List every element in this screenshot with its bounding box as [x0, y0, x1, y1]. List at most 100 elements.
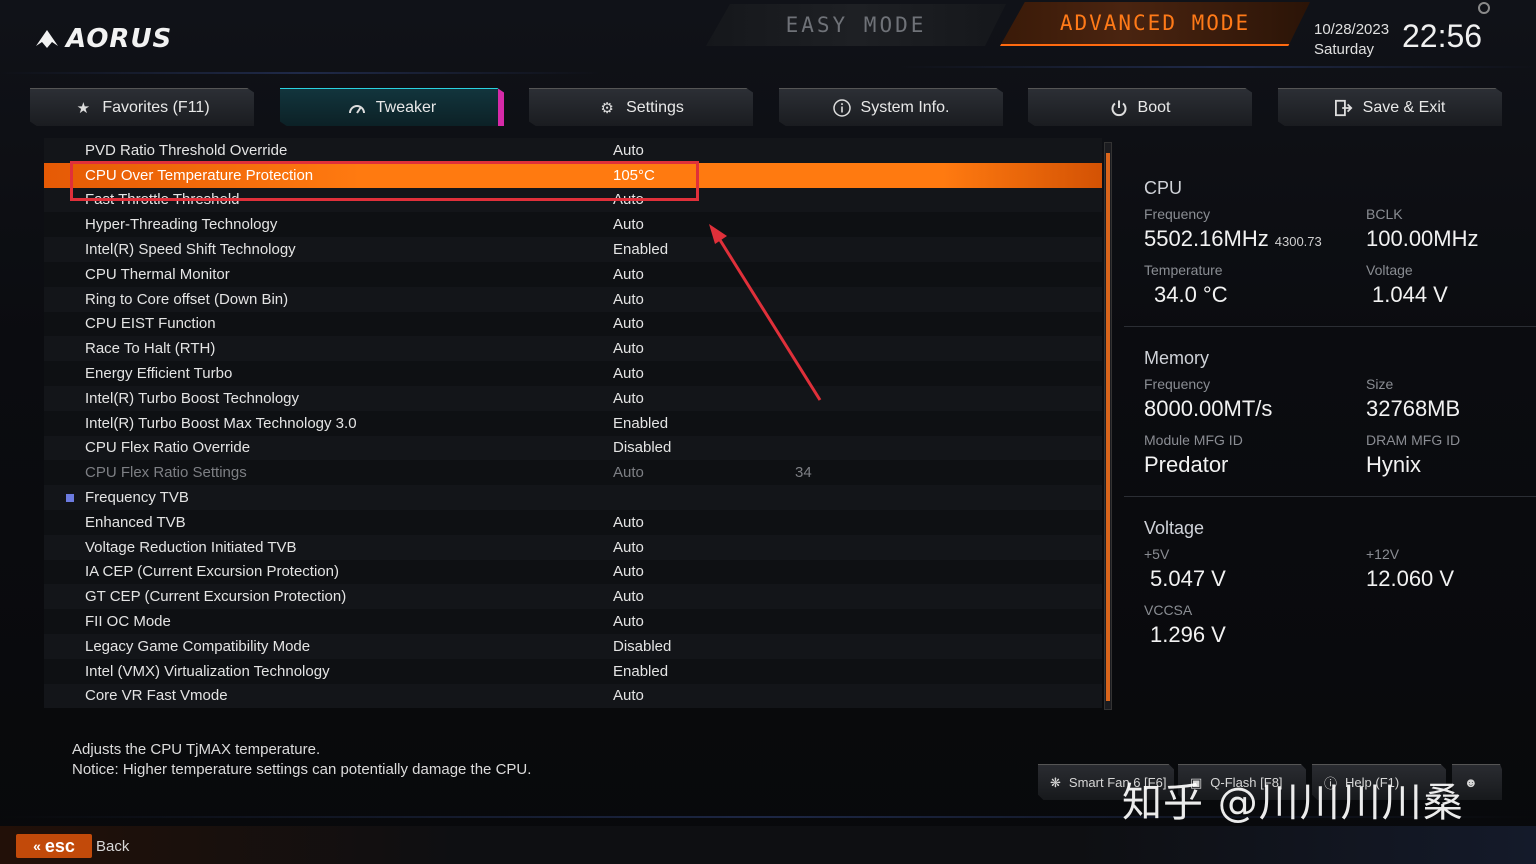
easy-mode-button[interactable]: EASY MODE — [706, 4, 1006, 46]
setting-row[interactable]: PVD Ratio Threshold Override Auto — [44, 138, 1102, 163]
memory-frequency-value: 8000.00MT/s — [1144, 396, 1273, 421]
tab-boot[interactable]: Boot — [1028, 88, 1252, 126]
setting-name: Intel(R) Speed Shift Technology — [85, 241, 296, 259]
memory-section-title: Memory — [1144, 348, 1210, 368]
setting-row[interactable]: Intel (VMX) Virtualization Technology Ena… — [44, 658, 1102, 684]
setting-value[interactable]: Auto — [613, 216, 644, 233]
setting-value[interactable]: Auto — [613, 365, 644, 382]
flash-chip-icon: ▣ — [1190, 774, 1203, 790]
date-text: 10/28/2023 — [1314, 21, 1390, 38]
setting-value[interactable]: Auto — [613, 588, 644, 605]
setting-row[interactable]: Race To Halt (RTH) Auto — [44, 336, 1102, 362]
tab-label: Save & Exit — [1362, 98, 1446, 116]
v12-label: +12V — [1366, 546, 1400, 562]
help-line: Adjusts the CPU TjMAX temperature. — [72, 741, 321, 758]
vccsa-value: 1.296 V — [1150, 622, 1226, 647]
setting-value[interactable]: Auto — [613, 315, 644, 332]
setting-row[interactable]: Voltage Reduction Initiated TVB Auto — [44, 534, 1102, 560]
help-button[interactable]: ⓘ Help (F1) — [1312, 764, 1446, 800]
smart-fan-button[interactable]: ❋ Smart Fan 6 [F6] — [1038, 764, 1174, 800]
help-description: Adjusts the CPU TjMAX temperature. Notic… — [72, 740, 531, 780]
vccsa-label: VCCSA — [1144, 602, 1193, 618]
easy-mode-label: EASY MODE — [785, 13, 927, 37]
tab-save-exit[interactable]: Save & Exit — [1278, 88, 1502, 126]
setting-row[interactable]: Legacy Game Compatibility Mode Disabled — [44, 633, 1102, 659]
setting-row[interactable]: Energy Efficient Turbo Auto — [44, 361, 1102, 386]
main-tabs: ★ Favorites (F11) Tweaker ⚙ Settings Sys… — [30, 88, 1506, 126]
double-chevron-left-icon: « — [33, 838, 41, 854]
setting-value[interactable]: Auto — [613, 514, 644, 531]
tab-label: Tweaker — [375, 98, 437, 116]
setting-value[interactable]: Enabled — [613, 663, 668, 680]
setting-row[interactable]: CPU Flex Ratio Override Disabled — [44, 435, 1102, 461]
setting-row[interactable]: Frequency TVB — [44, 485, 1102, 510]
memory-frequency-label: Frequency — [1144, 376, 1211, 392]
gauge-icon — [348, 99, 366, 117]
advanced-mode-label: ADVANCED MODE — [1059, 11, 1251, 35]
setting-name: GT CEP (Current Excursion Protection) — [85, 588, 347, 606]
setting-extra-value: 34 — [795, 464, 812, 482]
setting-row[interactable]: Fast Throttle Threshold Auto — [44, 187, 1102, 213]
tab-favorites[interactable]: ★ Favorites (F11) — [30, 88, 254, 126]
setting-row[interactable]: Ring to Core offset (Down Bin) Auto — [44, 286, 1102, 312]
hardware-monitor-panel: CPU Frequency 5502.16MHz 4300.73 BCLK 100… — [1124, 150, 1536, 670]
user-button[interactable]: ☻ — [1452, 764, 1502, 800]
setting-value[interactable]: Disabled — [613, 638, 671, 655]
setting-value[interactable]: Disabled — [613, 439, 671, 456]
v5-label: +5V — [1144, 546, 1170, 562]
v5-value: 5.047 V — [1150, 566, 1226, 591]
bottom-bar — [0, 826, 1536, 864]
background-streak — [0, 816, 1536, 818]
setting-row[interactable]: GT CEP (Current Excursion Protection) Aut… — [44, 584, 1102, 610]
setting-value[interactable]: 105°C — [613, 167, 655, 184]
background-streak — [900, 66, 1536, 68]
scrollbar[interactable] — [1104, 142, 1112, 710]
setting-row[interactable]: CPU Over Temperature Protection 105°C — [44, 162, 1102, 188]
setting-row[interactable]: Core VR Fast Vmode Auto — [44, 683, 1102, 709]
setting-row[interactable]: Intel(R) Turbo Boost Max Technology 3.0 E… — [44, 410, 1102, 436]
setting-row[interactable]: Hyper-Threading Technology Auto — [44, 212, 1102, 238]
tab-tweaker[interactable]: Tweaker — [280, 88, 504, 126]
cpu-voltage-value: 1.044 V — [1372, 282, 1448, 307]
tab-label: System Info. — [860, 98, 950, 116]
cpu-frequency-label: Frequency — [1144, 206, 1211, 222]
setting-value[interactable]: Auto — [613, 266, 644, 283]
memory-size-value: 32768MB — [1366, 396, 1461, 421]
setting-name: Voltage Reduction Initiated TVB — [85, 538, 297, 556]
setting-value[interactable]: Auto — [613, 142, 644, 159]
setting-value[interactable]: Enabled — [613, 241, 668, 258]
setting-value[interactable]: Auto — [613, 563, 644, 580]
scrollbar-thumb[interactable] — [1106, 153, 1110, 701]
tab-system-info[interactable]: System Info. — [779, 88, 1003, 126]
setting-row[interactable]: FII OC Mode Auto — [44, 609, 1102, 634]
setting-name: IA CEP (Current Excursion Protection) — [85, 563, 339, 581]
setting-row[interactable]: CPU Thermal Monitor Auto — [44, 261, 1102, 287]
setting-name: Hyper-Threading Technology — [85, 216, 278, 234]
advanced-mode-button[interactable]: ADVANCED MODE — [1000, 2, 1310, 46]
setting-value[interactable]: Auto — [613, 340, 644, 357]
eagle-icon — [36, 30, 58, 48]
setting-row[interactable]: CPU Flex Ratio Settings Auto 34 — [44, 460, 1102, 486]
setting-row[interactable]: IA CEP (Current Excursion Protection) Aut… — [44, 559, 1102, 585]
esc-button[interactable]: « esc — [16, 834, 92, 858]
settings-gear-icon[interactable] — [1478, 2, 1490, 14]
setting-value[interactable]: Auto — [613, 687, 644, 704]
setting-name: Intel(R) Turbo Boost Max Technology 3.0 — [85, 414, 357, 432]
setting-value[interactable]: Auto — [613, 291, 644, 308]
setting-value[interactable]: Auto — [613, 613, 644, 630]
cpu-section-title: CPU — [1144, 178, 1183, 198]
setting-row[interactable]: Intel(R) Turbo Boost Technology Auto — [44, 385, 1102, 411]
setting-row[interactable]: Enhanced TVB Auto — [44, 509, 1102, 535]
setting-row[interactable]: CPU EIST Function Auto — [44, 311, 1102, 337]
cpu-temp-value: 34.0 °C — [1154, 282, 1228, 307]
setting-name: Energy Efficient Turbo — [85, 365, 233, 383]
setting-value[interactable]: Auto — [613, 539, 644, 556]
setting-value[interactable]: Auto — [613, 390, 644, 407]
qflash-button[interactable]: ▣ Q-Flash [F8] — [1178, 764, 1306, 800]
setting-row[interactable]: Intel(R) Speed Shift Technology Enabled — [44, 237, 1102, 262]
setting-value[interactable]: Enabled — [613, 415, 668, 432]
setting-value[interactable]: Auto — [613, 191, 644, 208]
tab-settings[interactable]: ⚙ Settings — [529, 88, 753, 126]
setting-value[interactable]: Auto — [613, 464, 644, 481]
star-folder-icon: ★ — [76, 99, 91, 117]
